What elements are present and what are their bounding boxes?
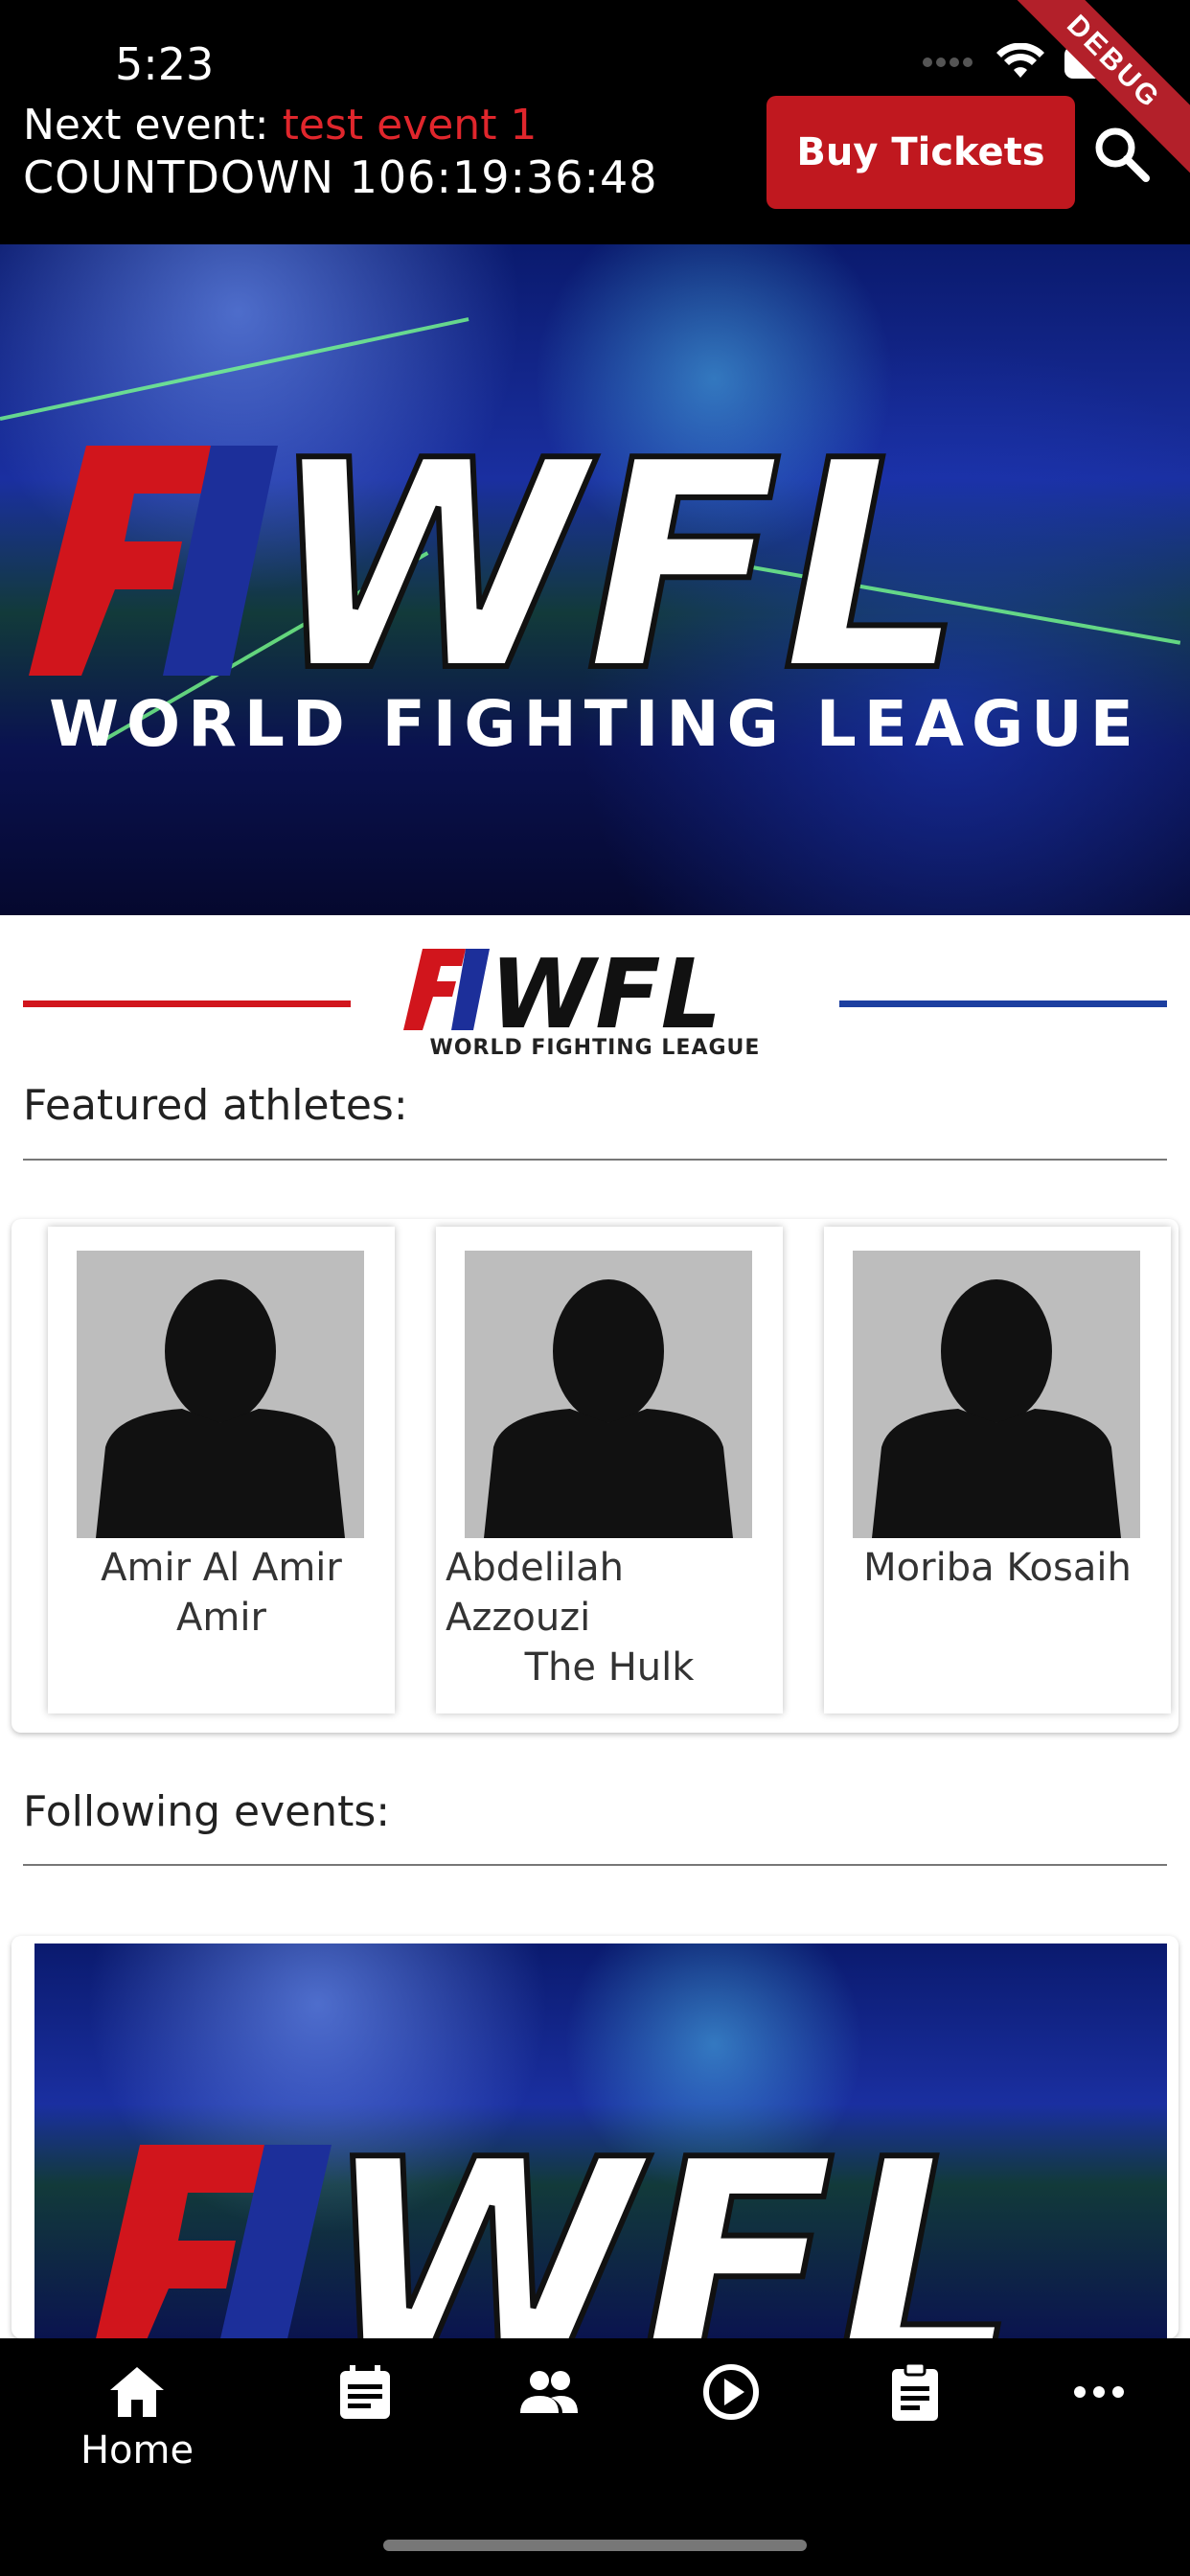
wfl-small-logo: WFL WORLD FIGHTING LEAGUE (403, 939, 761, 1059)
athlete-card[interactable]: Amir Al Amir Amir (48, 1227, 395, 1714)
avatar-placeholder (77, 1251, 364, 1538)
tab-athletes[interactable] (492, 2361, 606, 2486)
wfl-logo: WFL (96, 2096, 1021, 2338)
top-bar: 5:23 Next event: test event 1 COUNTDOWN … (0, 0, 1190, 244)
people-icon (520, 2371, 578, 2413)
more-icon (1074, 2386, 1124, 2398)
svg-text:WFL: WFL (490, 939, 721, 1050)
person-silhouette-icon (484, 1279, 733, 1538)
hero-league-name: WORLD FIGHTING LEAGUE (49, 687, 1141, 761)
clipboard-icon (892, 2361, 938, 2421)
tab-more[interactable] (1041, 2361, 1156, 2486)
hero-banner: WFL WORLD FIGHTING LEAGUE (0, 244, 1190, 915)
event-image: WFL (34, 1944, 1167, 2338)
svg-text:WORLD FIGHTING LEAGUE: WORLD FIGHTING LEAGUE (430, 1036, 761, 1059)
next-event-name[interactable]: test event 1 (283, 101, 538, 150)
athlete-name: Abdelilah Azzouzi The Hulk (446, 1543, 773, 1692)
avatar-placeholder (853, 1251, 1140, 1538)
home-indicator (383, 2540, 807, 2551)
svg-text:WFL: WFL (322, 2099, 1018, 2338)
event-card[interactable]: WFL (11, 1936, 1179, 2338)
brand-row: WFL WORLD FIGHTING LEAGUE (0, 939, 1190, 1073)
following-divider (23, 1864, 1167, 1866)
next-event: Next event: test event 1 (23, 101, 537, 150)
wfl-logo: WFL (29, 436, 968, 724)
countdown: COUNTDOWN 106:19:36:48 (23, 151, 658, 203)
red-divider (23, 1000, 351, 1007)
tab-home[interactable]: Home (80, 2361, 195, 2486)
calendar-icon (340, 2365, 390, 2419)
search-icon[interactable] (1090, 123, 1152, 184)
following-events-title: Following events: (23, 1787, 391, 1836)
tab-events[interactable] (308, 2361, 423, 2486)
person-silhouette-icon (872, 1279, 1121, 1538)
athletes-carousel[interactable]: Amir Al Amir Amir Abdelilah Azzouzi The … (11, 1219, 1179, 1733)
blue-divider (839, 1000, 1167, 1007)
athlete-card[interactable]: Abdelilah Azzouzi The Hulk (436, 1227, 783, 1714)
tab-videos[interactable] (674, 2361, 789, 2486)
athlete-nickname: The Hulk (524, 1645, 695, 1690)
next-event-prefix: Next event: (23, 101, 269, 150)
status-time: 5:23 (115, 38, 215, 90)
athlete-card[interactable]: Moriba Kosaih (824, 1227, 1171, 1714)
featured-divider (23, 1159, 1167, 1161)
tab-home-label: Home (80, 2428, 195, 2472)
featured-athletes-title: Featured athletes: (23, 1081, 408, 1130)
athlete-name: Moriba Kosaih (863, 1546, 1132, 1590)
buy-tickets-button[interactable]: Buy Tickets (767, 96, 1075, 209)
play-circle-icon (703, 2364, 759, 2420)
avatar-placeholder (465, 1251, 752, 1538)
signal-icon (923, 58, 973, 67)
hero-wfl-text: WFL (268, 436, 965, 724)
home-icon (110, 2367, 164, 2417)
tab-rankings[interactable] (858, 2361, 973, 2486)
wifi-icon (996, 43, 1044, 78)
person-silhouette-icon (96, 1279, 345, 1538)
athlete-name: Amir Al Amir Amir (101, 1546, 342, 1640)
